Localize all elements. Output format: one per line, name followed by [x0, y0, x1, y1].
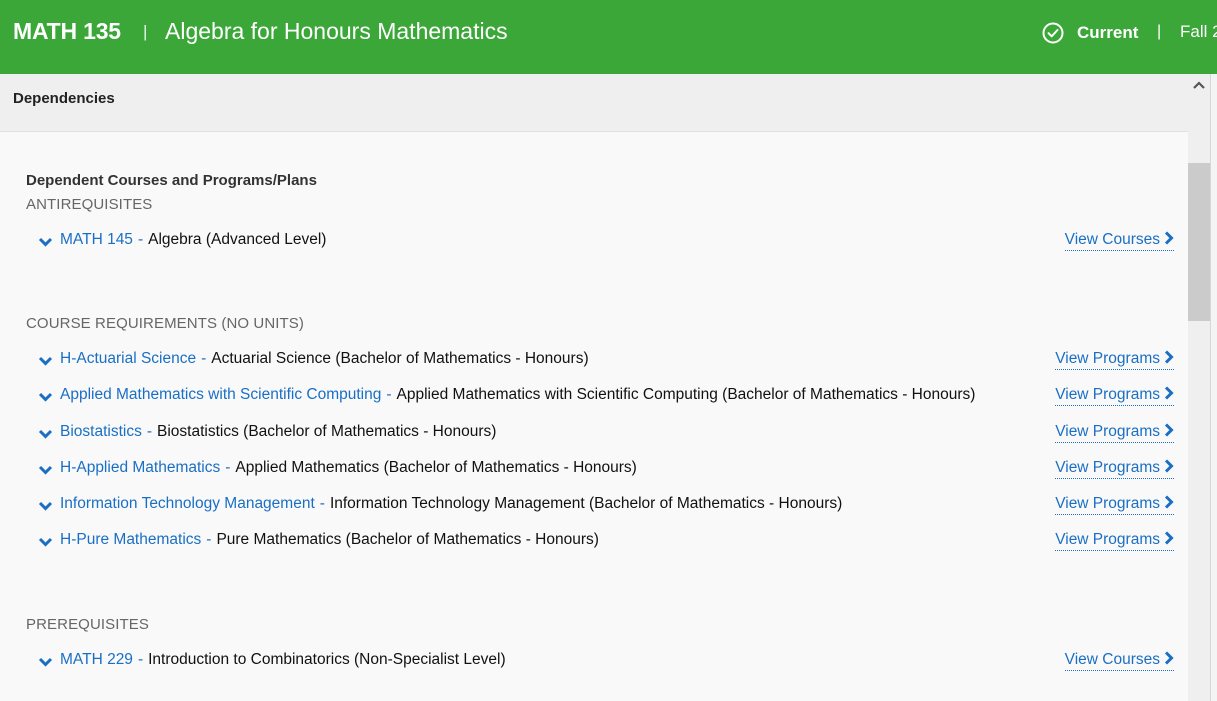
- item-code-link[interactable]: MATH 229: [60, 651, 133, 668]
- item-name: Introduction to Combinatorics (Non-Speci…: [148, 651, 506, 668]
- chevron-down-icon[interactable]: [38, 535, 53, 547]
- item-code-link[interactable]: H-Pure Mathematics: [60, 531, 201, 548]
- list-item: Information Technology Management - Inform…: [38, 495, 1174, 519]
- view-programs-link[interactable]: View Programs: [1055, 531, 1174, 551]
- chevron-down-icon[interactable]: [38, 655, 53, 667]
- list-item: H-Pure Mathematics - Pure Mathematics (Bac…: [38, 531, 1174, 555]
- separator-dash: -: [201, 350, 207, 367]
- item-code-link[interactable]: MATH 145: [60, 231, 133, 248]
- chevron-down-icon[interactable]: [38, 354, 53, 366]
- course-code: MATH 135: [13, 18, 121, 44]
- view-link-label: View Programs: [1055, 459, 1160, 476]
- separator-dash: -: [225, 459, 231, 476]
- view-link-label: View Programs: [1055, 531, 1160, 548]
- status-badge: Current: [1077, 23, 1139, 42]
- group-title-antirequisites: ANTIREQUISITES: [26, 196, 153, 213]
- scrollbar-thumb[interactable]: [1188, 163, 1210, 321]
- header-separator: |: [143, 22, 148, 41]
- chevron-right-icon: [1164, 531, 1174, 545]
- page-edge: [1210, 74, 1217, 701]
- chevron-right-icon: [1164, 231, 1174, 245]
- item-name: Biostatistics (Bachelor of Mathematics -…: [157, 423, 497, 440]
- list-item: MATH 145- Algebra (Advanced Level) View C…: [38, 231, 1174, 255]
- list-item: Applied Mathematics with Scientific Comp…: [38, 386, 1174, 410]
- chevron-down-icon[interactable]: [38, 235, 53, 247]
- view-link-label: View Programs: [1055, 386, 1160, 403]
- list-item: Biostatistics - Biostatistics (Bachelor of…: [38, 423, 1174, 447]
- chevron-right-icon: [1164, 651, 1174, 665]
- chevron-down-icon[interactable]: [38, 390, 53, 402]
- item-name: Applied Mathematics (Bachelor of Mathema…: [235, 459, 637, 476]
- item-name: Algebra (Advanced Level): [148, 231, 327, 248]
- dependencies-section-header[interactable]: Dependencies: [0, 74, 1188, 132]
- separator-dash: -: [206, 531, 212, 548]
- chevron-down-icon[interactable]: [38, 427, 53, 439]
- item-code-link[interactable]: Information Technology Management: [60, 495, 315, 512]
- chevron-down-icon[interactable]: [38, 499, 53, 511]
- view-link-label: View Courses: [1064, 231, 1160, 248]
- course-header: MATH 135 | Algebra for Honours Mathemati…: [0, 0, 1217, 74]
- separator-dash: -: [137, 651, 144, 668]
- view-programs-link[interactable]: View Programs: [1055, 386, 1174, 406]
- chevron-right-icon: [1164, 386, 1174, 400]
- item-name: Information Technology Management (Bache…: [329, 495, 843, 512]
- view-programs-link[interactable]: View Programs: [1055, 495, 1174, 515]
- chevron-right-icon: [1164, 350, 1174, 364]
- chevron-right-icon: [1164, 495, 1174, 509]
- view-courses-link[interactable]: View Courses: [1064, 651, 1174, 671]
- view-link-label: View Programs: [1055, 495, 1160, 512]
- term-label: Fall 2: [1180, 22, 1217, 41]
- group-title-course-requirements: COURSE REQUIREMENTS (NO UNITS): [26, 315, 305, 332]
- chevron-right-icon: [1164, 423, 1174, 437]
- view-link-label: View Courses: [1064, 651, 1160, 668]
- item-code-link[interactable]: H-Applied Mathematics: [60, 459, 220, 476]
- view-link-label: View Programs: [1055, 350, 1160, 367]
- item-name: Applied Mathematics with Scientific Comp…: [396, 386, 976, 403]
- item-name: Actuarial Science (Bachelor of Mathemati…: [211, 350, 589, 367]
- dependencies-subheading: Dependent Courses and Programs/Plans: [26, 172, 317, 189]
- separator-dash: -: [137, 231, 144, 248]
- view-programs-link[interactable]: View Programs: [1055, 350, 1174, 370]
- course-title: Algebra for Honours Mathematics: [165, 18, 508, 44]
- view-courses-link[interactable]: View Courses: [1064, 231, 1174, 251]
- chevron-up-icon[interactable]: [1190, 78, 1208, 94]
- list-item: MATH 229- Introduction to Combinatorics (…: [38, 651, 1174, 675]
- item-code-link[interactable]: H-Actuarial Science: [60, 350, 196, 367]
- item-name: Pure Mathematics (Bachelor of Mathematic…: [216, 531, 599, 548]
- group-title-prerequisites: PREREQUISITES: [26, 616, 149, 633]
- list-item: H-Actuarial Science - Actuarial Science (B…: [38, 350, 1174, 374]
- list-item: H-Applied Mathematics - Applied Mathematic…: [38, 459, 1174, 483]
- view-programs-link[interactable]: View Programs: [1055, 423, 1174, 443]
- view-link-label: View Programs: [1055, 423, 1160, 440]
- item-code-link[interactable]: Applied Mathematics with Scientific Comp…: [60, 386, 381, 403]
- view-programs-link[interactable]: View Programs: [1055, 459, 1174, 479]
- header-separator-2: |: [1157, 23, 1162, 40]
- chevron-down-icon[interactable]: [38, 463, 53, 475]
- item-code-link[interactable]: Biostatistics: [60, 423, 142, 440]
- chevron-right-icon: [1164, 459, 1174, 473]
- check-circle-icon: [1042, 22, 1064, 44]
- separator-dash: -: [386, 386, 392, 403]
- separator-dash: -: [146, 423, 153, 440]
- separator-dash: -: [319, 495, 325, 512]
- section-title: Dependencies: [13, 90, 115, 107]
